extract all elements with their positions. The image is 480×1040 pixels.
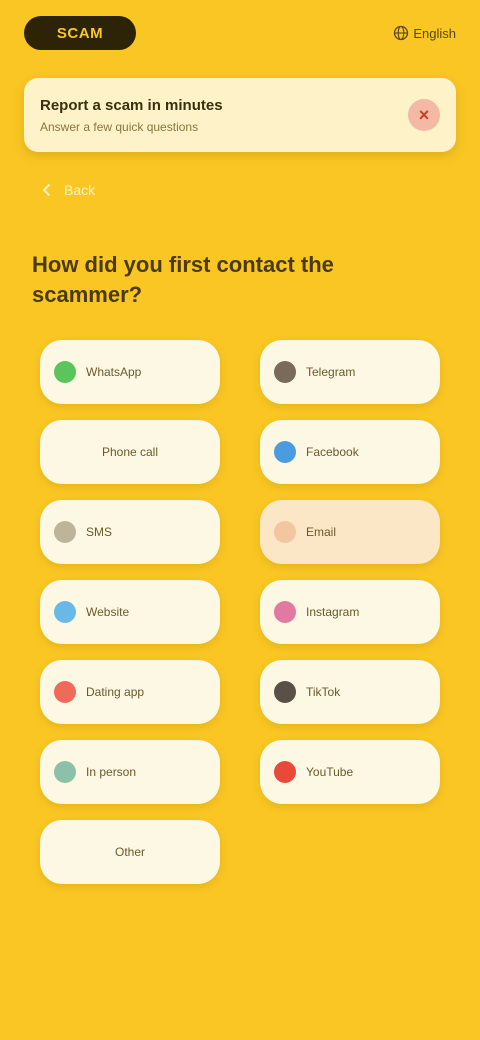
option-tile[interactable]: Telegram bbox=[260, 340, 440, 404]
option-tile[interactable]: Dating app bbox=[40, 660, 220, 724]
option-tile[interactable]: YouTube bbox=[260, 740, 440, 804]
option-tile[interactable]: Facebook bbox=[260, 420, 440, 484]
globe-icon bbox=[394, 25, 409, 41]
question-title: How did you first contact the scammer? bbox=[32, 252, 334, 307]
option-tile[interactable]: Email bbox=[260, 500, 440, 564]
option-label: Telegram bbox=[306, 364, 356, 379]
option-tile[interactable]: Other bbox=[40, 820, 220, 884]
option-label: Email bbox=[306, 524, 337, 539]
option-icon bbox=[274, 761, 296, 783]
option-label: Facebook bbox=[306, 444, 359, 459]
option-icon bbox=[274, 681, 296, 703]
option-icon bbox=[274, 601, 296, 623]
page: SCAM English Report a scam in minutes An… bbox=[0, 0, 480, 1040]
back-label: Back bbox=[64, 182, 96, 198]
option-label: WhatsApp bbox=[86, 364, 142, 379]
option-tile[interactable]: Website bbox=[40, 580, 220, 644]
banner-title: Report a scam in minutes bbox=[40, 96, 223, 114]
option-label: Other bbox=[114, 844, 145, 859]
language-label: English bbox=[413, 25, 456, 41]
option-tile[interactable]: In person bbox=[40, 740, 220, 804]
option-icon bbox=[54, 601, 76, 623]
language-selector[interactable]: English bbox=[393, 25, 456, 41]
option-tile[interactable]: WhatsApp bbox=[40, 340, 220, 404]
option-icon bbox=[274, 521, 296, 543]
option-icon bbox=[274, 441, 296, 463]
options-grid: WhatsApp Telegram Phone call Facebook SMS Ema… bbox=[40, 340, 440, 884]
option-tile[interactable]: TikTok bbox=[260, 660, 440, 724]
logo-text: SCAM bbox=[56, 24, 104, 42]
option-label: Instagram bbox=[306, 604, 360, 619]
app-logo[interactable]: SCAM bbox=[24, 16, 136, 50]
back-button[interactable]: Back bbox=[40, 182, 95, 198]
option-label: Phone call bbox=[101, 444, 159, 459]
close-icon[interactable]: × bbox=[408, 99, 440, 131]
top-bar: SCAM English bbox=[24, 14, 456, 52]
option-label: In person bbox=[86, 764, 137, 779]
option-icon bbox=[54, 761, 76, 783]
info-banner: Report a scam in minutes Answer a few qu… bbox=[24, 78, 456, 152]
option-label: TikTok bbox=[306, 684, 341, 699]
option-icon bbox=[54, 681, 76, 703]
option-icon bbox=[54, 521, 76, 543]
option-icon bbox=[54, 361, 76, 383]
option-label: SMS bbox=[86, 524, 113, 539]
option-label: YouTube bbox=[306, 764, 354, 779]
option-tile[interactable]: Instagram bbox=[260, 580, 440, 644]
banner-subtitle: Answer a few quick questions bbox=[40, 119, 199, 134]
banner-text: Report a scam in minutes Answer a few qu… bbox=[40, 97, 408, 134]
option-tile[interactable]: Phone call bbox=[40, 420, 220, 484]
option-tile[interactable]: SMS bbox=[40, 500, 220, 564]
chevron-left-icon bbox=[43, 184, 50, 196]
option-icon bbox=[274, 361, 296, 383]
option-label: Website bbox=[86, 604, 130, 619]
option-label: Dating app bbox=[86, 684, 145, 699]
